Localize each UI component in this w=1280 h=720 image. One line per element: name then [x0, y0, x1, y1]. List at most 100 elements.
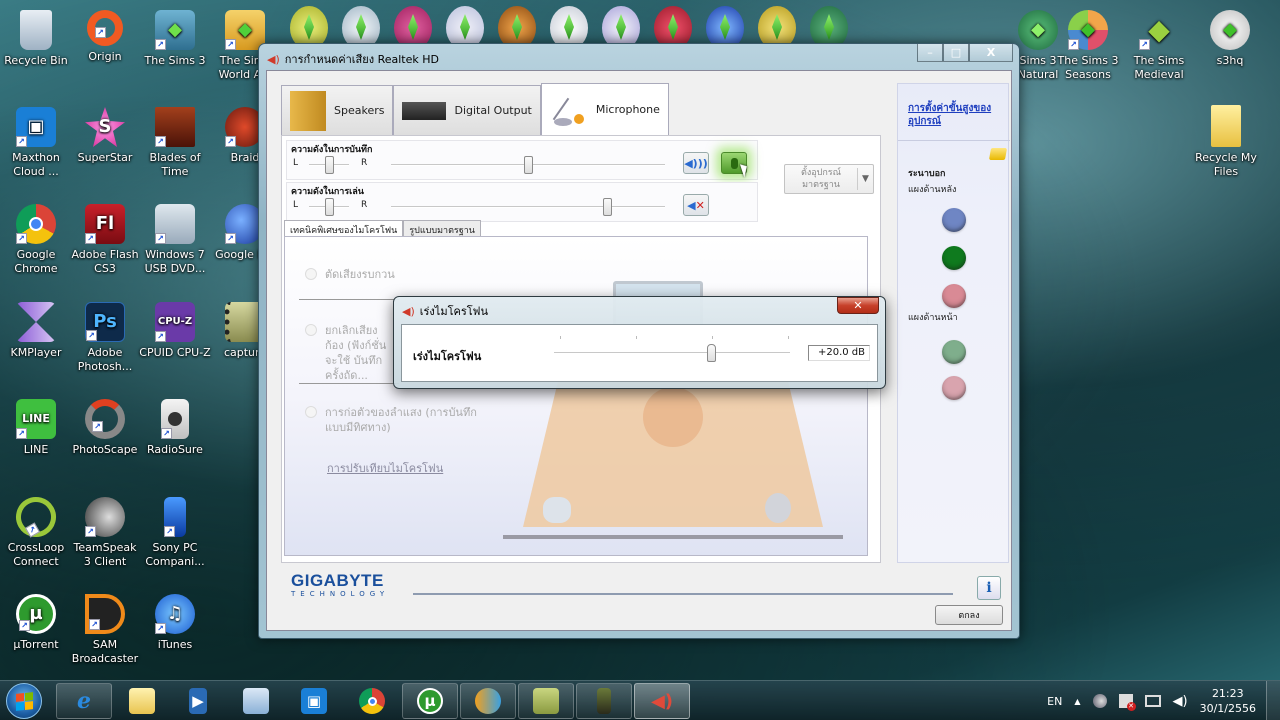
desktop-icon-sony-pc-companion[interactable]: ↗ Sony PC Compani... — [139, 497, 211, 569]
recording-mute-button[interactable]: ◀))) — [683, 152, 709, 174]
icon-label: RadioSure — [147, 443, 203, 456]
desktop-icon-sam-broadcaster[interactable]: ↗ SAM Broadcaster — [69, 594, 141, 666]
rear-jack-green[interactable] — [942, 246, 966, 270]
show-desktop-button[interactable] — [1266, 681, 1280, 720]
desktop-icon-origin[interactable]: ↗ Origin — [69, 10, 141, 64]
playback-volume-label: ความดังในการเล่น — [291, 187, 364, 197]
dialog-titlebar[interactable]: ◀) เร่งไมโครโฟน — [402, 302, 488, 320]
taskbar-realtek-audio[interactable]: ◀) — [634, 683, 690, 719]
internet-explorer-icon: e — [77, 688, 91, 714]
recording-volume-slider[interactable] — [524, 156, 533, 174]
desktop-icon-chrome[interactable]: ↗ Google Chrome — [0, 204, 72, 276]
taskbar-chrome[interactable] — [344, 683, 400, 719]
desktop-icon-sims3[interactable]: ◆ ↗ The Sims 3 — [139, 10, 211, 68]
desktop-icon-line[interactable]: LINE ↗ LINE — [0, 399, 72, 457]
tab-speakers[interactable]: Speakers — [281, 85, 394, 135]
digital-output-icon — [402, 101, 447, 120]
clock[interactable]: 21:23 30/1/2556 — [1200, 686, 1256, 716]
desktop-icon-photoscape[interactable]: ↗ PhotoScape — [69, 399, 141, 457]
taskbar-notes[interactable] — [518, 683, 574, 719]
folder-icon[interactable] — [988, 148, 1008, 160]
checkbox[interactable] — [305, 406, 317, 418]
noise-suppression-option[interactable]: ตัดเสียงรบกวน — [305, 267, 395, 282]
sims-medieval-icon: ◆ ↗ — [1139, 10, 1179, 50]
recycle-bin-icon — [20, 10, 52, 50]
ok-button[interactable]: ตกลง — [935, 605, 1003, 625]
desktop-icon-utorrent[interactable]: µ ↗ µTorrent — [0, 594, 72, 652]
echo-cancellation-option[interactable]: ยกเลิกเสียงก้อง (ฟังก์ชั่นจะใช้ บันทึกคร… — [305, 323, 395, 383]
desktop-icon-photoshop[interactable]: Ps ↗ Adobe Photosh... — [69, 302, 141, 374]
checkbox[interactable] — [305, 324, 317, 336]
balance-right-label: R — [361, 158, 368, 168]
taskbar-utorrent[interactable]: µ — [402, 683, 458, 719]
playback-balance-slider[interactable] — [325, 198, 334, 216]
action-center-icon[interactable]: ✕ — [1118, 694, 1136, 711]
desktop-icon-recycle-bin[interactable]: Recycle Bin — [0, 10, 72, 68]
playback-volume-slider[interactable] — [603, 198, 613, 216]
mic-boost-slider[interactable] — [707, 344, 717, 362]
option-label: ตัดเสียงรบกวน — [325, 268, 395, 281]
mic-calibration-link[interactable]: การปรับเทียบไมโครโฟน — [327, 459, 443, 477]
recording-volume-group: ความดังในการบันทึก L R ◀))) — [286, 140, 758, 180]
speakers-icon — [290, 90, 326, 131]
desktop-icon-teamspeak[interactable]: ↗ TeamSpeak 3 Client — [69, 497, 141, 569]
network-activity-icon[interactable] — [1092, 694, 1107, 708]
tab-label: Speakers — [334, 104, 385, 117]
tab-label: Digital Output — [454, 104, 532, 117]
taskbar-maxthon[interactable]: ▣ — [286, 683, 342, 719]
device-side-panel: การตั้งค่าขั้นสูงของอุปกรณ์ ระนาบอก แผงด… — [897, 83, 1010, 563]
line-icon: LINE ↗ — [16, 399, 56, 439]
desktop-icon-radiosure[interactable]: ↗ RadioSure — [139, 399, 211, 457]
show-hidden-icons-button[interactable]: ▲ — [1074, 697, 1080, 706]
slider-tick — [636, 336, 637, 339]
front-jack-green[interactable] — [942, 340, 966, 364]
advanced-settings-link[interactable]: การตั้งค่าขั้นสูงของอุปกรณ์ — [908, 102, 1008, 128]
beamforming-option[interactable]: การก่อตัวของลำแสง (การบันทึกแบบมีทิศทาง) — [305, 405, 495, 435]
s3hq-icon: ◆ — [1210, 10, 1250, 50]
recording-balance-slider[interactable] — [325, 156, 334, 174]
taskbar-camtasia[interactable] — [576, 683, 632, 719]
desktop-icon-sims3-seasons[interactable]: ◆ ↗ The Sims 3 Seasons — [1052, 10, 1124, 82]
dialog-close-button[interactable]: ✕ — [837, 297, 879, 314]
set-default-device-dropdown[interactable]: ตั้งอุปกรณ์มาตรฐาน ▼ — [784, 164, 874, 194]
desktop-icon-crossloop[interactable]: ↗ CrossLoop Connect — [0, 489, 72, 569]
tab-microphone[interactable]: Microphone — [540, 83, 669, 135]
taskbar-windows-explorer[interactable] — [114, 683, 170, 719]
close-button[interactable]: X — [969, 44, 1013, 62]
rear-jack-pink[interactable] — [942, 284, 966, 308]
desktop-icon-blades-of-time[interactable]: ↗ Blades of Time — [139, 107, 211, 179]
taskbar-media-player[interactable]: ▶ — [170, 683, 226, 719]
network-icon[interactable] — [1144, 695, 1161, 707]
dialog-title: เร่งไมโครโฟน — [419, 305, 488, 318]
desktop-icon-flash[interactable]: Fl ↗ Adobe Flash CS3 — [69, 204, 141, 276]
desktop-icon-itunes[interactable]: ♫ ↗ iTunes — [139, 594, 211, 652]
desktop-icon-superstar[interactable]: S SuperStar — [69, 107, 141, 165]
slider-tick — [788, 336, 789, 339]
desktop-icon-sims-medieval[interactable]: ◆ ↗ The Sims Medieval — [1123, 10, 1195, 82]
desktop-icon-recycle-my-files[interactable]: Recycle My Files — [1190, 105, 1262, 179]
start-button[interactable] — [6, 683, 42, 719]
win7-usb-icon: ↗ — [155, 204, 195, 244]
volume-icon[interactable]: ◀) — [1173, 694, 1188, 709]
taskbar-control-panel[interactable] — [228, 683, 284, 719]
language-indicator[interactable]: EN — [1047, 695, 1062, 708]
rear-jack-blue[interactable] — [942, 208, 966, 232]
taskbar-internet-explorer[interactable]: e — [56, 683, 112, 719]
front-jack-pink[interactable] — [942, 376, 966, 400]
playback-mute-button[interactable]: ◀✕ — [683, 194, 709, 216]
desktop-icon-maxthon[interactable]: ▣ ↗ Maxthon Cloud ... — [0, 107, 72, 179]
icon-label: s3hq — [1216, 54, 1244, 67]
desktop-icon-cpuz[interactable]: CPU-Z ↗ CPUID CPU-Z — [139, 302, 211, 360]
desktop-icon-kmplayer[interactable]: KMPlayer — [0, 302, 72, 360]
taskbar-messenger[interactable] — [460, 683, 516, 719]
info-button[interactable]: i — [977, 576, 1001, 600]
tab-digital-output[interactable]: Digital Output — [393, 85, 541, 135]
minimize-button[interactable]: – — [917, 44, 943, 62]
window-titlebar[interactable]: ◀) การกำหนดค่าเสียง Realtek HD — [267, 50, 439, 68]
desktop-icon-win7-usb[interactable]: ↗ Windows 7 USB DVD... — [139, 204, 211, 276]
checkbox[interactable] — [305, 268, 317, 280]
desktop-icon-s3hq[interactable]: ◆ s3hq — [1194, 10, 1266, 68]
maximize-button[interactable]: □ — [943, 44, 969, 62]
left-speaker-icon — [543, 497, 571, 523]
itunes-icon: ♫ ↗ — [155, 594, 195, 634]
